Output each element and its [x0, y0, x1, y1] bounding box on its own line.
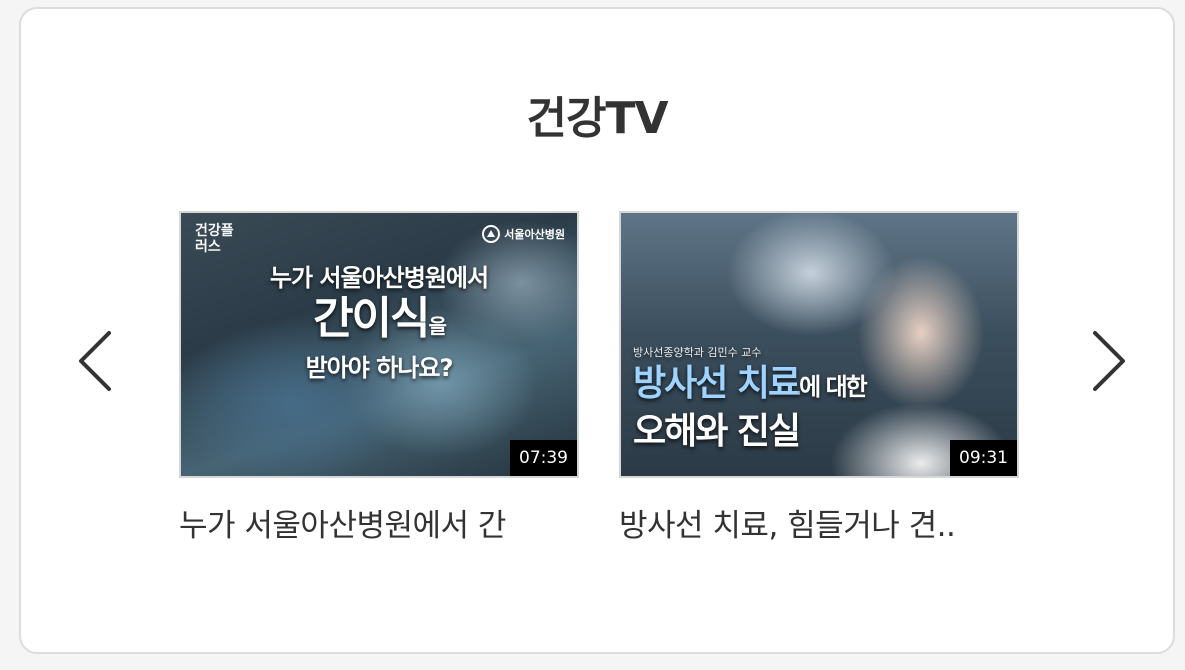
thumbnail-line-1-suffix: 에 대한 — [799, 373, 868, 401]
prev-button[interactable] — [73, 321, 121, 401]
corner-logo: 건강플러스 — [195, 223, 234, 255]
video-thumbnail[interactable]: 건강플러스 서울아산병원 누가 서울아산병원에서 간이식을 받아야 하나요? 0… — [179, 211, 579, 478]
hospital-logo: 서울아산병원 — [482, 225, 565, 243]
thumbnail-caption: 방사선종양학과 김민수 교수 방사선 치료에 대한 오해와 진실 — [633, 345, 868, 454]
video-item[interactable]: 건강플러스 서울아산병원 누가 서울아산병원에서 간이식을 받아야 하나요? 0… — [179, 211, 579, 546]
thumbnail-line-1: 방사선 치료에 대한 — [633, 361, 868, 410]
hospital-name: 서울아산병원 — [504, 228, 565, 241]
video-thumbnail[interactable]: 방사선종양학과 김민수 교수 방사선 치료에 대한 오해와 진실 09:31 — [619, 211, 1019, 478]
video-item[interactable]: 방사선종양학과 김민수 교수 방사선 치료에 대한 오해와 진실 09:31 방… — [619, 211, 1019, 546]
thumbnail-line-1: 누가 서울아산병원에서 — [269, 264, 489, 292]
thumbnail-subtitle: 방사선종양학과 김민수 교수 — [633, 346, 762, 359]
next-button[interactable] — [1083, 321, 1131, 401]
thumbnail-line-2: 오해와 진실 — [633, 411, 801, 452]
chevron-right-icon — [1093, 331, 1125, 391]
hospital-logo-icon — [482, 225, 501, 243]
video-title[interactable]: 누가 서울아산병원에서 간 — [179, 506, 579, 546]
thumbnail-line-3: 받아야 하나요? — [305, 354, 454, 382]
thumbnail-line-1-highlight: 방사선 치료 — [633, 363, 801, 404]
thumbnail-line-2-main: 간이식 — [313, 293, 430, 344]
health-tv-card: 건강TV 건강플러스 서울아산병원 누가 서울아산병원에서 간이식을 받아야 하… — [19, 7, 1175, 654]
chevron-left-icon — [79, 331, 111, 391]
duration-badge: 07:39 — [510, 440, 577, 476]
thumbnail-caption: 누가 서울아산병원에서 간이식을 받아야 하나요? — [181, 263, 577, 384]
video-title[interactable]: 방사선 치료, 힘들거나 견.. — [619, 506, 1019, 546]
thumbnail-line-2-suffix: 을 — [428, 314, 447, 338]
duration-badge: 09:31 — [950, 440, 1017, 476]
thumbnail-line-2: 간이식을 — [181, 293, 577, 352]
section-title: 건강TV — [526, 93, 668, 144]
